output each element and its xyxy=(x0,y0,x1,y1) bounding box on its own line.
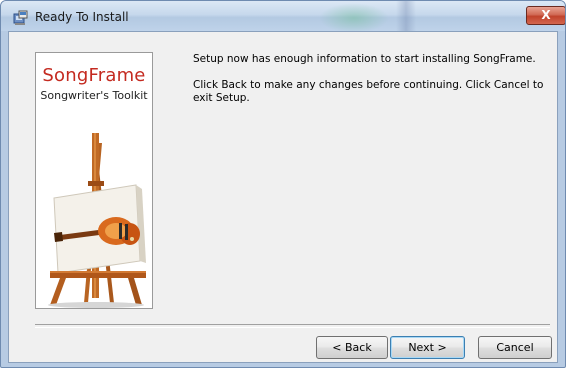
back-button[interactable]: < Back xyxy=(316,336,388,359)
product-tagline: Songwriter's Toolkit xyxy=(40,89,148,102)
close-button[interactable]: X xyxy=(526,6,565,25)
separator xyxy=(35,324,550,328)
window-title: Ready To Install xyxy=(35,10,129,24)
product-logo: SongFrame xyxy=(42,65,146,86)
dialog-body: SongFrame Songwriter's Toolkit Setup now… xyxy=(8,31,558,363)
title-bar[interactable]: Ready To Install X xyxy=(1,1,565,33)
ready-message: Setup now has enough information to star… xyxy=(193,53,536,65)
next-button[interactable]: Next > xyxy=(390,336,465,359)
instructions-message: Click Back to make any changes before co… xyxy=(193,79,544,104)
cancel-button[interactable]: Cancel xyxy=(478,336,552,359)
easel-guitar-illustration xyxy=(48,133,146,308)
branding-panel: SongFrame Songwriter's Toolkit xyxy=(35,52,153,309)
installer-window: Ready To Install X SongFrame Songwriter'… xyxy=(0,0,566,368)
installer-icon xyxy=(13,10,28,25)
